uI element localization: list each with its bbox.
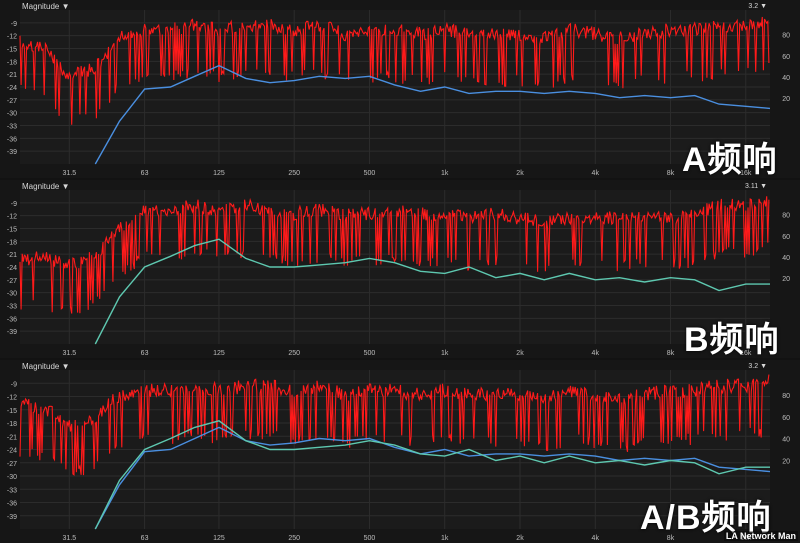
- y-tick-label: -36: [7, 501, 17, 508]
- x-tick-label: 500: [364, 170, 376, 177]
- x-tick-label: 8k: [667, 350, 675, 357]
- x-tick-label: 1k: [441, 535, 449, 542]
- cursor-readout: 3.2 ▼: [748, 3, 767, 10]
- y-tick-label: -21: [7, 434, 17, 441]
- x-tick-label: 63: [141, 535, 149, 542]
- y-tick-label: -27: [7, 461, 17, 468]
- y2-tick-label: 20: [782, 276, 790, 283]
- y-tick-label: -30: [7, 474, 17, 481]
- x-tick-label: 31.5: [63, 535, 77, 542]
- x-tick-label: 1k: [441, 350, 449, 357]
- y-tick-label: -30: [7, 111, 17, 118]
- x-tick-label: 63: [141, 170, 149, 177]
- x-tick-label: 63: [141, 350, 149, 357]
- y-tick-label: -36: [7, 136, 17, 143]
- magnitude-dropdown[interactable]: Magnitude ▼: [22, 182, 70, 191]
- x-tick-label: 1k: [441, 170, 449, 177]
- y2-tick-label: 60: [782, 54, 790, 61]
- x-tick-label: 250: [288, 350, 300, 357]
- panel-ab: -9 -12 -15 -18 -21 -24 -27 -30 -33 -36 -39 80 60 40 20…: [0, 360, 800, 543]
- x-tick-label: 2k: [516, 535, 524, 542]
- y2-tick-label: 20: [782, 96, 790, 103]
- y-tick-label: -21: [7, 252, 17, 259]
- y2-tick-label: 40: [782, 437, 790, 444]
- y-tick-label: -24: [7, 265, 17, 272]
- panel-a: -9 -12 -15 -18 -21 -24 -27 -30 -33 -36 -39 80 60 40 20…: [0, 0, 800, 179]
- x-tick-label: 8k: [667, 170, 675, 177]
- x-tick-label: 500: [364, 535, 376, 542]
- y-tick-label: -24: [7, 85, 17, 92]
- watermark: LA Network Man: [723, 531, 798, 541]
- x-tick-label: 250: [288, 170, 300, 177]
- plot-b: -9 -12 -15 -18 -21 -24 -27 -30 -33 -36 -39 80 60 40 20…: [7, 190, 790, 357]
- x-tick-label: 2k: [516, 170, 524, 177]
- panel-label: A频响: [682, 141, 778, 179]
- y-tick-label: -15: [7, 408, 17, 415]
- y-tick-label: -21: [7, 72, 17, 79]
- y-tick-label: -33: [7, 124, 17, 131]
- x-tick-label: 4k: [592, 535, 600, 542]
- y-tick-label: -18: [7, 421, 17, 428]
- y2-tick-label: 40: [782, 75, 790, 82]
- x-tick-label: 4k: [592, 350, 600, 357]
- y-tick-label: -39: [7, 149, 17, 156]
- y-tick-label: -33: [7, 487, 17, 494]
- cursor-readout: 3.11 ▼: [745, 183, 767, 190]
- x-tick-label: 4k: [592, 170, 600, 177]
- x-tick-label: 500: [364, 350, 376, 357]
- y-tick-label: -30: [7, 291, 17, 298]
- x-tick-label: 31.5: [63, 170, 77, 177]
- panel-label: B频响: [684, 321, 780, 359]
- y2-tick-label: 80: [782, 393, 790, 400]
- x-tick-label: 125: [213, 350, 225, 357]
- y2-tick-label: 60: [782, 234, 790, 241]
- x-tick-label: 2k: [516, 350, 524, 357]
- y-tick-label: -15: [7, 47, 17, 54]
- y2-tick-label: 80: [782, 33, 790, 40]
- x-tick-label: 31.5: [63, 350, 77, 357]
- y-tick-label: -27: [7, 98, 17, 105]
- plot-a: -9 -12 -15 -18 -21 -24 -27 -30 -33 -36 -39 80 60 40 20…: [7, 10, 790, 177]
- y-tick-label: -27: [7, 278, 17, 285]
- magnitude-dropdown[interactable]: Magnitude ▼: [22, 362, 70, 371]
- x-tick-label: 250: [288, 535, 300, 542]
- y-tick-label: -39: [7, 514, 17, 521]
- y-tick-label: -12: [7, 214, 17, 221]
- y-tick-label: -12: [7, 34, 17, 41]
- y-tick-label: -33: [7, 304, 17, 311]
- y-tick-label: -36: [7, 316, 17, 323]
- magnitude-dropdown[interactable]: Magnitude ▼: [22, 2, 70, 11]
- y-tick-label: -9: [11, 201, 17, 208]
- panel-b: -9 -12 -15 -18 -21 -24 -27 -30 -33 -36 -39 80 60 40 20…: [0, 180, 800, 359]
- y2-tick-label: 80: [782, 213, 790, 220]
- cursor-readout: 3.2 ▼: [748, 363, 767, 370]
- y2-tick-label: 60: [782, 415, 790, 422]
- y-tick-label: -18: [7, 239, 17, 246]
- y2-tick-label: 20: [782, 459, 790, 466]
- y-tick-label: -9: [11, 381, 17, 388]
- x-tick-label: 125: [213, 535, 225, 542]
- y-tick-label: -15: [7, 227, 17, 234]
- y2-tick-label: 40: [782, 255, 790, 262]
- y-tick-label: -18: [7, 59, 17, 66]
- y-tick-label: -9: [11, 21, 17, 28]
- y-tick-label: -24: [7, 448, 17, 455]
- y-tick-label: -39: [7, 329, 17, 336]
- y-tick-label: -12: [7, 395, 17, 402]
- x-tick-label: 125: [213, 170, 225, 177]
